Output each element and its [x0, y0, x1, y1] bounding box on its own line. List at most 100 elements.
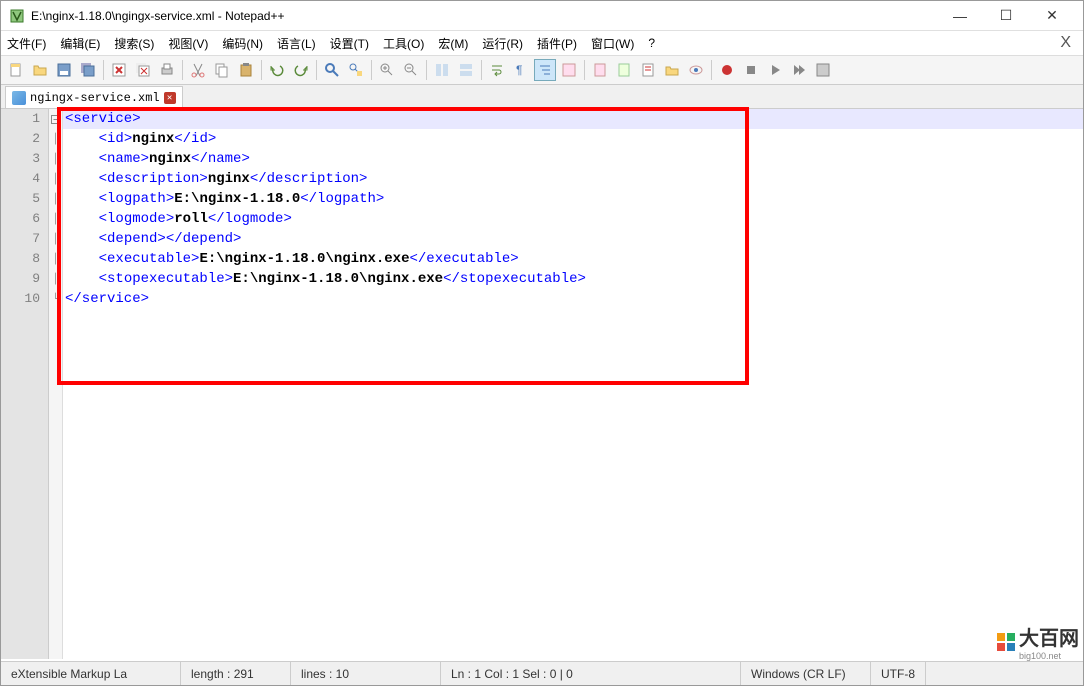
record-macro-icon[interactable] — [716, 59, 738, 81]
file-tab[interactable]: ngingx-service.xml ✕ — [5, 86, 183, 108]
monitoring-icon[interactable] — [685, 59, 707, 81]
folder-view-icon[interactable] — [661, 59, 683, 81]
menu-edit[interactable]: 编辑(E) — [60, 35, 100, 52]
cut-icon[interactable] — [187, 59, 209, 81]
code-line[interactable]: <stopexecutable>E:\nginx-1.18.0\nginx.ex… — [63, 269, 1083, 289]
stop-macro-icon[interactable] — [740, 59, 762, 81]
tab-close-icon[interactable]: ✕ — [164, 92, 176, 104]
zoom-out-icon[interactable] — [400, 59, 422, 81]
line-number: 8 — [1, 249, 48, 269]
code-editor[interactable]: <service> <id>nginx</id> <name>nginx</na… — [63, 109, 1083, 659]
app-icon — [9, 8, 25, 24]
line-number: 9 — [1, 269, 48, 289]
doc-list-icon[interactable] — [613, 59, 635, 81]
menu-encoding[interactable]: 编码(N) — [222, 35, 263, 52]
code-line[interactable]: <name>nginx</name> — [63, 149, 1083, 169]
watermark-sub: big100.net — [1019, 651, 1079, 661]
wordwrap-icon[interactable] — [486, 59, 508, 81]
fold-marker[interactable]: └ — [49, 289, 62, 309]
toolbar-separator — [481, 60, 482, 80]
menu-settings[interactable]: 设置(T) — [330, 35, 369, 52]
line-number: 6 — [1, 209, 48, 229]
minimize-button[interactable]: — — [937, 2, 983, 30]
show-all-chars-icon[interactable]: ¶ — [510, 59, 532, 81]
open-file-icon[interactable] — [29, 59, 51, 81]
copy-icon[interactable] — [211, 59, 233, 81]
play-macro-icon[interactable] — [764, 59, 786, 81]
new-file-icon[interactable] — [5, 59, 27, 81]
fold-marker[interactable]: │ — [49, 209, 62, 229]
window-controls: — ☐ ✕ — [937, 2, 1075, 30]
file-icon — [12, 91, 26, 105]
code-line[interactable]: <service> — [63, 109, 1083, 129]
line-number: 7 — [1, 229, 48, 249]
fold-marker[interactable]: │ — [49, 249, 62, 269]
redo-icon[interactable] — [290, 59, 312, 81]
line-number: 3 — [1, 149, 48, 169]
editor-area: 12345678910 −││││││││└ <service> <id>ngi… — [1, 109, 1083, 659]
maximize-button[interactable]: ☐ — [983, 2, 1029, 30]
code-line[interactable]: <id>nginx</id> — [63, 129, 1083, 149]
lang-udl-icon[interactable] — [558, 59, 580, 81]
menu-window[interactable]: 窗口(W) — [591, 35, 634, 52]
fold-marker[interactable]: │ — [49, 149, 62, 169]
toolbar-separator — [316, 60, 317, 80]
play-multi-icon[interactable] — [788, 59, 810, 81]
indent-guide-icon[interactable] — [534, 59, 556, 81]
menu-macro[interactable]: 宏(M) — [438, 35, 468, 52]
sync-v-icon[interactable] — [431, 59, 453, 81]
menu-file[interactable]: 文件(F) — [7, 35, 46, 52]
menu-run[interactable]: 运行(R) — [482, 35, 523, 52]
save-all-icon[interactable] — [77, 59, 99, 81]
replace-icon[interactable] — [345, 59, 367, 81]
fold-column: −││││││││└ — [49, 109, 63, 659]
fold-marker[interactable]: │ — [49, 269, 62, 289]
zoom-in-icon[interactable] — [376, 59, 398, 81]
line-number: 5 — [1, 189, 48, 209]
line-number: 10 — [1, 289, 48, 309]
close-button[interactable]: ✕ — [1029, 2, 1075, 30]
paste-icon[interactable] — [235, 59, 257, 81]
tab-filename: ngingx-service.xml — [30, 91, 160, 105]
fold-marker[interactable]: │ — [49, 129, 62, 149]
toolbar-separator — [584, 60, 585, 80]
document-close-x[interactable]: X — [1060, 34, 1077, 52]
menu-search[interactable]: 搜索(S) — [114, 35, 154, 52]
menu-help[interactable]: ? — [648, 36, 655, 50]
code-line[interactable]: <depend></depend> — [63, 229, 1083, 249]
watermark-logo: 大百网 big100.net — [997, 622, 1079, 661]
toolbar-separator — [426, 60, 427, 80]
function-list-icon[interactable] — [637, 59, 659, 81]
save-icon[interactable] — [53, 59, 75, 81]
code-line[interactable]: <executable>E:\nginx-1.18.0\nginx.exe</e… — [63, 249, 1083, 269]
toolbar-separator — [182, 60, 183, 80]
code-line[interactable]: <logmode>roll</logmode> — [63, 209, 1083, 229]
toolbar-separator — [371, 60, 372, 80]
code-line[interactable]: <description>nginx</description> — [63, 169, 1083, 189]
menu-language[interactable]: 语言(L) — [277, 35, 316, 52]
toolbar-separator — [103, 60, 104, 80]
fold-marker[interactable]: │ — [49, 229, 62, 249]
print-icon[interactable] — [156, 59, 178, 81]
svg-text:¶: ¶ — [516, 63, 522, 77]
close-file-icon[interactable] — [108, 59, 130, 81]
code-line[interactable]: <logpath>E:\nginx-1.18.0</logpath> — [63, 189, 1083, 209]
undo-icon[interactable] — [266, 59, 288, 81]
fold-marker[interactable]: − — [49, 109, 62, 129]
doc-map-icon[interactable] — [589, 59, 611, 81]
fold-marker[interactable]: │ — [49, 189, 62, 209]
code-line[interactable]: </service> — [63, 289, 1083, 309]
toolbar-separator — [711, 60, 712, 80]
menu-tools[interactable]: 工具(O) — [383, 35, 424, 52]
save-macro-icon[interactable] — [812, 59, 834, 81]
status-bar: eXtensible Markup La length : 291 lines … — [1, 661, 1083, 685]
sync-h-icon[interactable] — [455, 59, 477, 81]
close-all-icon[interactable] — [132, 59, 154, 81]
logo-icon — [997, 633, 1015, 651]
menu-plugins[interactable]: 插件(P) — [537, 35, 577, 52]
menu-view[interactable]: 视图(V) — [168, 35, 208, 52]
find-icon[interactable] — [321, 59, 343, 81]
line-number: 2 — [1, 129, 48, 149]
watermark-brand: 大百网 — [1019, 622, 1079, 651]
fold-marker[interactable]: │ — [49, 169, 62, 189]
